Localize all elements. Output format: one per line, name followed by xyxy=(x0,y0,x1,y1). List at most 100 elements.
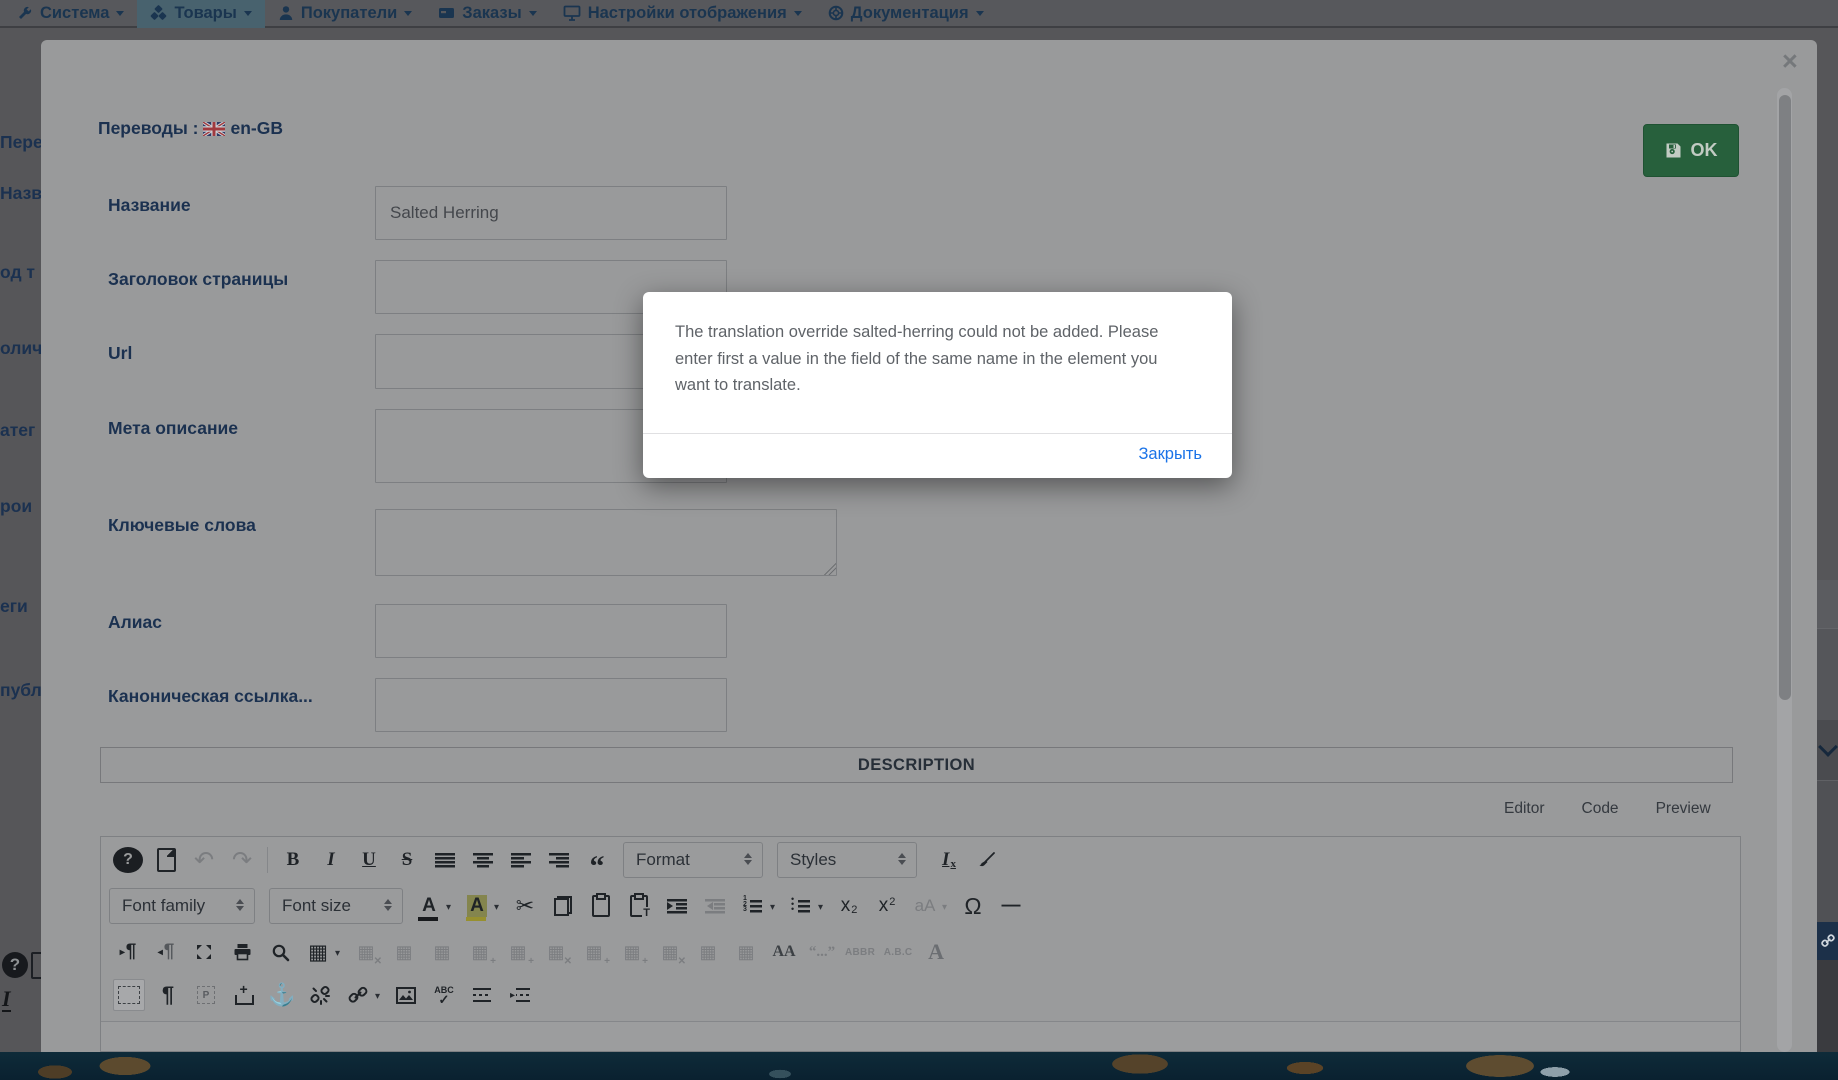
delete-table-icon[interactable]: ▦ xyxy=(351,937,381,967)
keywords-textarea[interactable] xyxy=(375,509,837,576)
styled-text-icon[interactable]: A xyxy=(921,937,951,967)
quotations-icon[interactable]: “...” xyxy=(807,937,837,967)
name-input[interactable] xyxy=(375,186,727,240)
print-icon[interactable] xyxy=(227,937,257,967)
split-cells-icon[interactable]: ▦ xyxy=(693,937,723,967)
background-color-caret-icon[interactable] xyxy=(494,897,504,915)
underline-icon[interactable]: U xyxy=(354,845,384,875)
strikethrough-icon[interactable]: S xyxy=(392,845,422,875)
menu-item-display-settings[interactable]: Настройки отображения xyxy=(550,0,815,28)
change-case-icon[interactable]: aA xyxy=(910,891,940,921)
table-row-properties-icon[interactable]: ▦ xyxy=(389,937,419,967)
editor-content-area[interactable] xyxy=(101,1021,1740,1051)
page-background-image xyxy=(0,1052,1838,1080)
insert-table-icon[interactable]: ▦ xyxy=(303,937,333,967)
insert-column-after-icon[interactable]: ▦ xyxy=(617,937,647,967)
insert-row-before-icon[interactable]: ▦ xyxy=(465,937,495,967)
change-case-caret-icon[interactable] xyxy=(942,897,952,915)
format-select[interactable]: Format xyxy=(623,842,763,878)
undo-icon[interactable]: ↶ xyxy=(189,845,219,875)
blockquote-icon[interactable]: “ xyxy=(582,838,612,882)
text-color-icon[interactable]: A xyxy=(414,891,444,921)
align-justify-icon[interactable] xyxy=(430,845,460,875)
font-properties-icon[interactable]: AA xyxy=(769,937,799,967)
insert-table-caret-icon[interactable] xyxy=(335,943,345,961)
anchor-icon[interactable]: ⚓ xyxy=(267,980,297,1010)
new-document-icon[interactable] xyxy=(151,845,181,875)
unordered-list-icon[interactable] xyxy=(786,891,816,921)
align-right-icon[interactable] xyxy=(544,845,574,875)
insert-row-after-icon[interactable]: ▦ xyxy=(503,937,533,967)
paste-as-text-icon[interactable]: T xyxy=(624,891,654,921)
cut-scissors-icon[interactable]: ✂ xyxy=(510,891,540,921)
text-color-caret-icon[interactable] xyxy=(446,897,456,915)
menu-item-shoppers[interactable]: Покупатели xyxy=(265,0,425,28)
toolbar-row-1: ? ↶ ↷ B I U S “ Format Styles xyxy=(101,837,1740,883)
font-size-select[interactable]: Font size xyxy=(269,888,403,924)
visible-paragraphs-icon[interactable]: P xyxy=(191,980,221,1010)
ordered-list-caret-icon[interactable] xyxy=(770,897,780,915)
menu-item-documentation[interactable]: Документация xyxy=(815,0,997,28)
insert-link-caret-icon[interactable] xyxy=(375,986,385,1004)
unordered-list-caret-icon[interactable] xyxy=(818,897,828,915)
copy-icon[interactable] xyxy=(548,891,578,921)
page-break-icon[interactable] xyxy=(467,980,497,1010)
special-character-omega-icon[interactable]: Ω xyxy=(958,891,988,921)
modal-language-code: en-GB xyxy=(230,118,283,139)
insert-template-icon[interactable] xyxy=(229,980,259,1010)
tab-editor[interactable]: Editor xyxy=(1504,800,1545,818)
bold-icon[interactable]: B xyxy=(278,845,308,875)
spellcheck-icon[interactable]: ABC✓ xyxy=(429,980,459,1010)
italic-icon[interactable]: I xyxy=(316,845,346,875)
bg-link-icon xyxy=(1817,922,1838,960)
remove-format-icon[interactable]: Ix xyxy=(934,845,964,875)
insert-image-icon[interactable] xyxy=(391,980,421,1010)
indent-icon[interactable] xyxy=(662,891,692,921)
alias-input[interactable] xyxy=(375,604,727,658)
unlink-icon[interactable] xyxy=(305,980,335,1010)
tab-preview[interactable]: Preview xyxy=(1656,800,1711,818)
redo-icon[interactable]: ↷ xyxy=(227,845,257,875)
outdent-icon[interactable] xyxy=(700,891,730,921)
save-floppy-icon xyxy=(1665,142,1682,159)
ltr-paragraph-icon[interactable]: ¶ xyxy=(113,937,143,967)
font-family-select[interactable]: Font family xyxy=(109,888,255,924)
menu-item-products[interactable]: Товары xyxy=(137,0,264,28)
visible-borders-icon[interactable] xyxy=(113,979,145,1011)
show-paragraph-marks-icon[interactable]: ¶ xyxy=(153,980,183,1010)
align-center-icon[interactable] xyxy=(468,845,498,875)
insert-page-break-icon[interactable] xyxy=(505,980,535,1010)
table-cell-properties-icon[interactable]: ▦ xyxy=(427,937,457,967)
rtl-paragraph-icon[interactable]: ¶ xyxy=(151,937,181,967)
ordered-list-icon[interactable] xyxy=(738,891,768,921)
fullscreen-icon[interactable] xyxy=(189,937,219,967)
help-icon[interactable]: ? xyxy=(113,847,143,873)
delete-row-icon[interactable]: ▦ xyxy=(541,937,571,967)
menu-item-system[interactable]: Система xyxy=(4,0,137,28)
superscript-icon[interactable]: x2 xyxy=(872,891,902,921)
acronym-icon[interactable]: A.B.C xyxy=(883,937,913,967)
description-section-header[interactable]: DESCRIPTION xyxy=(100,747,1733,783)
styles-select[interactable]: Styles xyxy=(777,842,917,878)
paste-icon[interactable] xyxy=(586,891,616,921)
clean-html-brush-icon[interactable] xyxy=(972,845,1002,875)
menu-item-orders[interactable]: Заказы xyxy=(425,0,549,28)
abbreviation-icon[interactable]: ABBR xyxy=(845,937,875,967)
toolbar-row-2: Font family Font size A A ✂ T xyxy=(101,883,1740,929)
merge-cells-icon[interactable]: ▦ xyxy=(731,937,761,967)
ok-save-button[interactable]: OK xyxy=(1643,124,1739,177)
insert-column-before-icon[interactable]: ▦ xyxy=(579,937,609,967)
search-icon[interactable] xyxy=(265,937,295,967)
alert-close-link[interactable]: Закрыть xyxy=(1138,445,1202,464)
modal-scrollbar-thumb[interactable] xyxy=(1779,95,1791,700)
documentation-lifebuoy-icon xyxy=(828,5,844,21)
insert-link-icon[interactable] xyxy=(343,980,373,1010)
horizontal-rule-icon[interactable]: — xyxy=(996,891,1026,921)
canonical-link-input[interactable] xyxy=(375,678,727,732)
align-left-icon[interactable] xyxy=(506,845,536,875)
subscript-icon[interactable]: x2 xyxy=(834,891,864,921)
delete-column-icon[interactable]: ▦ xyxy=(655,937,685,967)
modal-close-icon[interactable]: × xyxy=(1782,46,1798,76)
background-color-icon[interactable]: A xyxy=(462,891,492,921)
tab-code[interactable]: Code xyxy=(1582,800,1619,818)
